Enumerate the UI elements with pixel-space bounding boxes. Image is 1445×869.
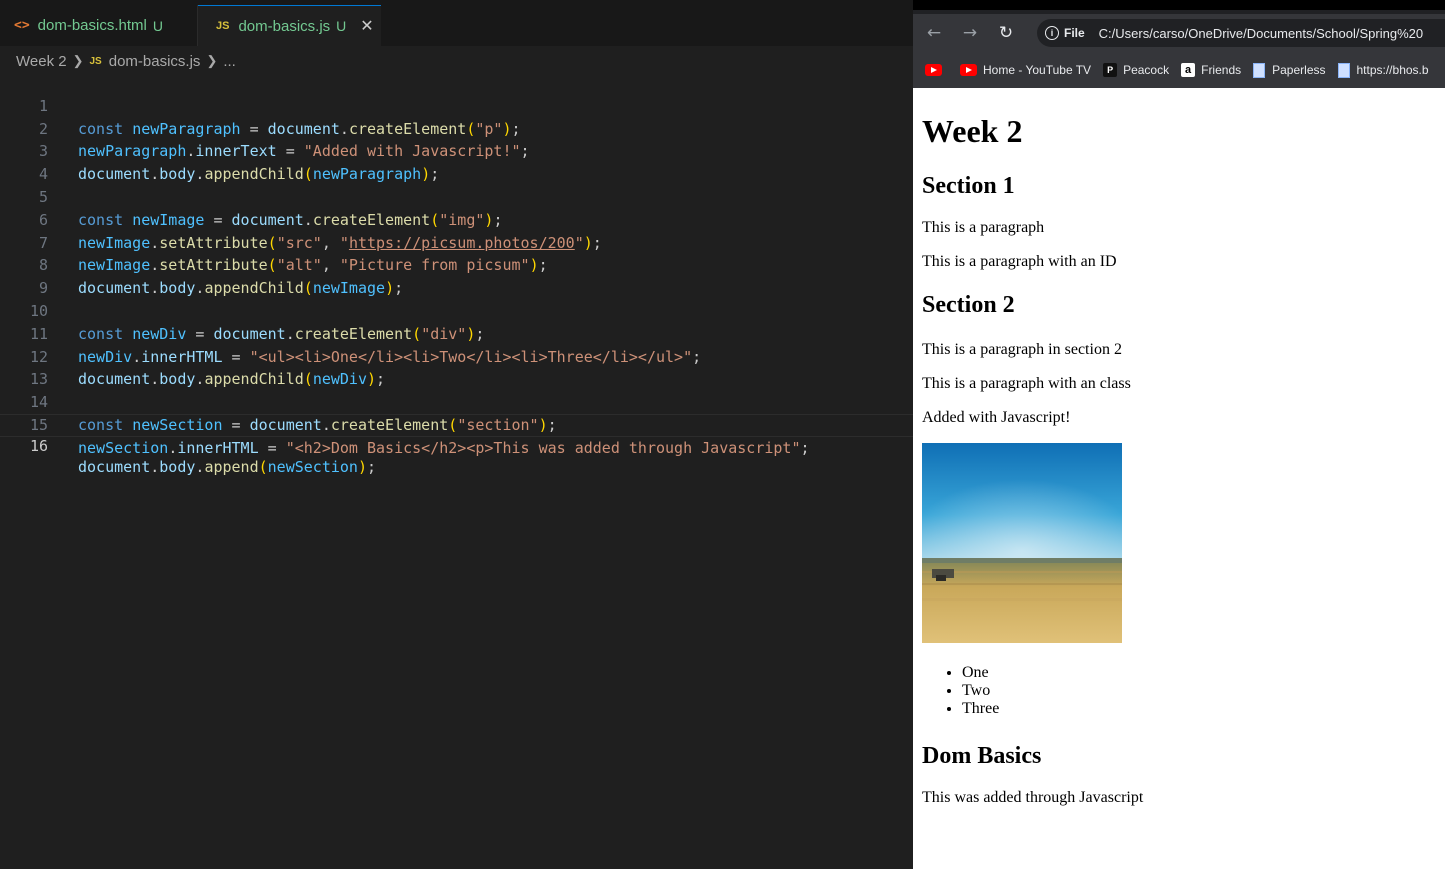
- line-number: 16: [29, 436, 48, 455]
- property: body: [159, 457, 196, 476]
- close-icon[interactable]: ✕: [360, 16, 373, 36]
- code-line: 11 newDiv.innerHTML = "<ul><li>One</li><…: [0, 300, 913, 366]
- bookmark-paperless[interactable]: Paperless: [1253, 62, 1326, 78]
- code-line: 3 document.body.appendChild(newParagraph…: [0, 118, 913, 183]
- variable: newSection: [78, 438, 169, 457]
- section-heading: Dom Basics: [922, 743, 1042, 769]
- code-line: 8 document.body.appendChild(newImage);: [0, 232, 913, 297]
- list-item: One: [962, 664, 1442, 682]
- untracked-badge: U: [336, 18, 347, 34]
- bookmarks-bar: Home - YouTube TV P Peacock a Friends Pa…: [913, 52, 1445, 88]
- code-line: 9: [0, 254, 913, 297]
- bookmark-label: Peacock: [1123, 63, 1170, 77]
- page-title: Week 2: [922, 113, 1023, 149]
- bookmark-label: Home - YouTube TV: [983, 63, 1092, 77]
- breadcrumb-file[interactable]: dom-basics.js: [109, 53, 201, 70]
- site-info-chip[interactable]: i File: [1045, 26, 1085, 40]
- youtube-icon: [925, 64, 942, 76]
- site-info-label: File: [1064, 26, 1085, 40]
- bookmark-label: Friends: [1201, 63, 1242, 77]
- code-line: 4: [0, 140, 913, 183]
- page-icon: [1337, 62, 1350, 78]
- breadcrumb-folder[interactable]: Week 2: [16, 53, 67, 70]
- bookmark-peacock[interactable]: P Peacock: [1103, 63, 1169, 77]
- forward-arrow-icon[interactable]: →: [955, 23, 985, 43]
- code-line: 1 const newParagraph = document.createEl…: [0, 72, 913, 138]
- code-text: document.body.append(newSection);: [78, 457, 376, 478]
- section-heading: Section 1: [922, 173, 1015, 199]
- breadcrumb: Week 2 ❯ JS dom-basics.js ❯ ...: [16, 50, 236, 72]
- code-line: 10 const newDiv = document.createElement…: [0, 277, 913, 343]
- function: append: [204, 457, 259, 476]
- property: innerHTML: [177, 438, 259, 457]
- semicolon: ;: [800, 438, 810, 457]
- youtube-icon: [960, 64, 977, 76]
- chevron-right-icon: ❯: [72, 53, 84, 68]
- address-bar[interactable]: i File C:/Users/carso/OneDrive/Documents…: [1037, 19, 1445, 47]
- code-line-active: 16 document.body.append(newSection);: [0, 413, 913, 476]
- paragraph: This is a paragraph: [922, 219, 1045, 236]
- bookmark-label: https://bhos.b: [1356, 63, 1429, 77]
- paragraph: This is a paragraph in section 2: [922, 341, 1122, 358]
- bookmark-label: Paperless: [1272, 63, 1326, 77]
- bookmark-bhos[interactable]: https://bhos.b: [1337, 62, 1429, 78]
- added-paragraph: Added with Javascript!: [922, 409, 1071, 426]
- js-file-icon: JS: [89, 55, 102, 67]
- string: "<h2>Dom Basics</h2><p>This was added th…: [285, 438, 801, 457]
- list-item: Two: [962, 682, 1442, 700]
- code-line: 12 document.body.appendChild(newDiv);: [0, 323, 913, 389]
- bookmark-youtube[interactable]: [925, 64, 948, 76]
- html-file-icon: <>: [14, 18, 30, 33]
- object: document: [78, 457, 151, 476]
- browser-frame: [913, 0, 1445, 10]
- peacock-icon: P: [1103, 63, 1118, 77]
- browser-window: ← → ↻ i File C:/Users/carso/OneDrive/Doc…: [913, 0, 1445, 869]
- untracked-badge: U: [152, 17, 163, 34]
- tab-label: dom-basics.html: [37, 17, 147, 34]
- added-paragraph: This was added through Javascript: [922, 789, 1144, 806]
- paragraph-with-id: This is a paragraph with an ID: [922, 253, 1117, 270]
- dot: .: [150, 457, 160, 476]
- paren: (: [258, 457, 268, 476]
- url-text[interactable]: C:/Users/carso/OneDrive/Documents/School…: [1099, 26, 1423, 41]
- code-line: 15 newSection.innerHTML = "<h2>Dom Basic…: [0, 391, 913, 457]
- reload-icon[interactable]: ↻: [991, 23, 1021, 43]
- chevron-right-icon: ❯: [206, 53, 218, 68]
- code-line: 13: [0, 346, 913, 388]
- bullet-list: One Two Three: [922, 664, 1442, 718]
- back-arrow-icon[interactable]: ←: [919, 23, 949, 43]
- paren: ): [357, 457, 367, 476]
- tab-dom-basics-html[interactable]: <> dom-basics.html U: [0, 5, 198, 46]
- code-line: 7 newImage.setAttribute("alt", "Picture …: [0, 209, 913, 275]
- code-line: 2 newParagraph.innerText = "Added with J…: [0, 95, 913, 161]
- bookmark-youtube-tv[interactable]: Home - YouTube TV: [960, 63, 1091, 77]
- code-line: 6 newImage.setAttribute("src", "https://…: [0, 186, 913, 252]
- js-file-icon: JS: [216, 20, 230, 32]
- operator: =: [258, 438, 286, 457]
- info-icon: i: [1045, 26, 1059, 40]
- code-line: 5 const newImage = document.createElemen…: [0, 163, 913, 229]
- breadcrumb-symbols[interactable]: ...: [223, 53, 236, 70]
- semicolon: ;: [367, 457, 377, 476]
- code-editor[interactable]: <> dom-basics.html U JS dom-basics.js U …: [0, 0, 913, 869]
- code-area[interactable]: 1 const newParagraph = document.createEl…: [0, 72, 913, 476]
- paragraph-with-class: This is a paragraph with an class: [922, 375, 1131, 392]
- code-line: 14 const newSection = document.createEle…: [0, 368, 913, 434]
- bookmark-friends[interactable]: a Friends: [1181, 63, 1241, 77]
- amazon-icon: a: [1181, 63, 1196, 77]
- browser-toolbar: ← → ↻ i File C:/Users/carso/OneDrive/Doc…: [913, 14, 1445, 52]
- tab-dom-basics-js[interactable]: JS dom-basics.js U ✕: [198, 5, 381, 46]
- section-heading: Section 2: [922, 292, 1015, 318]
- picsum-image: [922, 443, 1122, 643]
- tab-label: dom-basics.js: [238, 17, 331, 35]
- argument: newSection: [267, 457, 358, 476]
- list-item: Three: [962, 700, 1442, 718]
- rendered-page: Week 2 Section 1 This is a paragraph Thi…: [922, 92, 1442, 808]
- page-icon: [1253, 62, 1266, 78]
- dot: .: [168, 438, 178, 457]
